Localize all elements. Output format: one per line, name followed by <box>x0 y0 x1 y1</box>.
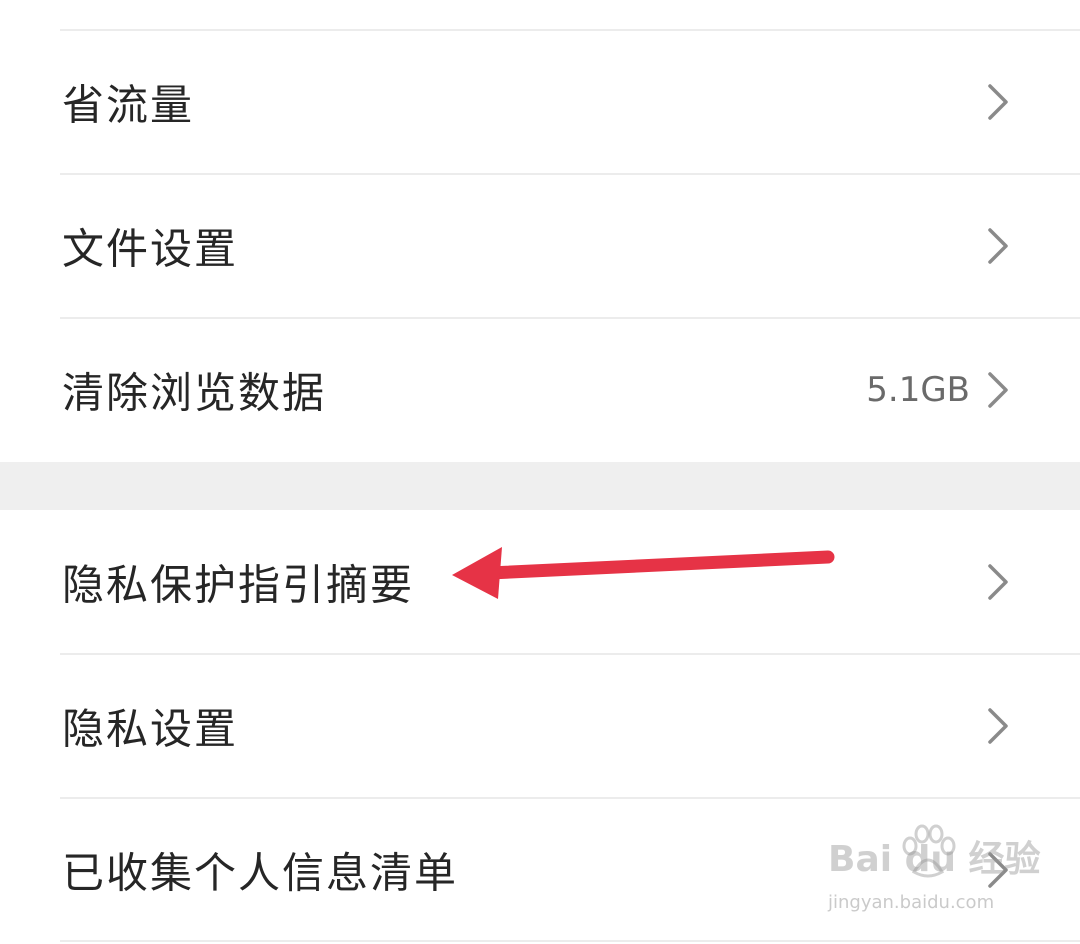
settings-row-collected-personal-info[interactable]: 已收集个人信息清单 <box>0 800 1080 940</box>
settings-row-clear-browsing-data[interactable]: 清除浏览数据 5.1GB <box>0 320 1080 460</box>
section-separator <box>0 462 1080 510</box>
divider <box>60 940 1080 942</box>
red-arrow-left-icon <box>452 547 835 599</box>
divider <box>60 29 1080 31</box>
row-label: 清除浏览数据 <box>62 368 327 418</box>
settings-page: 省流量 文件设置 清除浏览数据 5.1GB 隐私保护指引摘要 隐私设置 已收集个… <box>0 0 1080 944</box>
chevron-right-icon <box>988 372 1008 408</box>
chevron-right-icon <box>988 564 1008 600</box>
row-label: 隐私保护指引摘要 <box>62 560 415 610</box>
divider <box>60 317 1080 319</box>
chevron-right-icon <box>988 708 1008 744</box>
settings-row-save-data[interactable]: 省流量 <box>0 32 1080 172</box>
divider <box>60 653 1080 655</box>
chevron-right-icon <box>988 228 1008 264</box>
settings-row-file-settings[interactable]: 文件设置 <box>0 176 1080 316</box>
divider <box>60 797 1080 799</box>
storage-size-value: 5.1GB <box>866 370 970 410</box>
chevron-right-icon <box>988 852 1008 888</box>
row-label: 隐私设置 <box>62 704 239 754</box>
divider <box>60 173 1080 175</box>
row-label: 文件设置 <box>62 224 239 274</box>
chevron-right-icon <box>988 84 1008 120</box>
row-label: 已收集个人信息清单 <box>62 848 459 898</box>
row-label: 省流量 <box>62 80 195 130</box>
settings-row-privacy-settings[interactable]: 隐私设置 <box>0 656 1080 796</box>
